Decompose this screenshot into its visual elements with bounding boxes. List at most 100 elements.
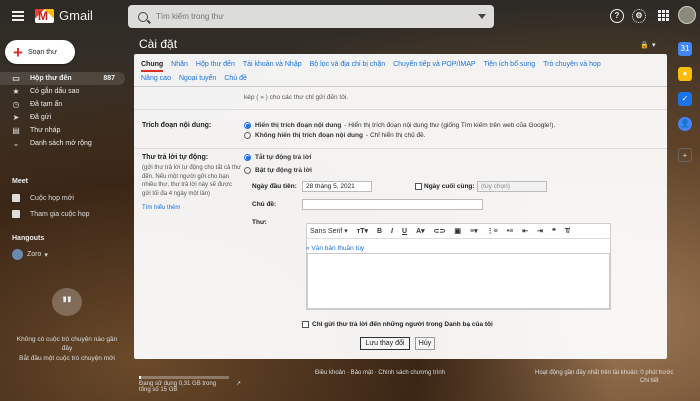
last-day-field[interactable]: (tùy chọn) <box>477 181 547 192</box>
apps-grid-icon[interactable] <box>658 10 669 21</box>
hangouts-user[interactable]: Zoro ▾ <box>12 249 48 260</box>
new-meeting-label: Cuộc họp mới <box>30 194 74 202</box>
align-icon[interactable]: ≡▾ <box>470 227 478 235</box>
hangouts-start-link[interactable]: Bắt đầu một cuộc trò chuyện mới <box>12 354 122 363</box>
add-on-plus-icon[interactable]: + <box>678 148 692 162</box>
indent-less-icon[interactable]: ⇤ <box>522 227 528 235</box>
snippets-off-option[interactable]: Không hiển thị trích đoạn nội dung - Chỉ … <box>244 132 426 139</box>
divider <box>134 148 667 149</box>
tasks-icon[interactable]: ✓ <box>678 92 692 106</box>
chevron-down-icon: ⌄ <box>12 138 20 148</box>
main-menu-icon[interactable] <box>12 11 24 21</box>
font-select[interactable]: Sans Serif ▾ <box>310 227 348 235</box>
gmail-logo[interactable]: Gmail <box>35 8 93 23</box>
help-icon[interactable]: ? <box>610 9 624 23</box>
tab-chat-meet[interactable]: Trò chuyện và họp <box>543 58 601 72</box>
keep-icon[interactable]: ● <box>678 67 692 81</box>
italic-icon[interactable]: I <box>391 228 393 235</box>
tab-accounts[interactable]: Tài khoản và Nhập <box>243 58 302 72</box>
settings-tabs: Chung Nhãn Hộp thư đến Tài khoản và Nhập… <box>134 54 667 87</box>
tab-themes[interactable]: Chủ đề <box>224 72 247 86</box>
sidebar-item-sent[interactable]: ➤ Đã gửi <box>0 111 125 124</box>
last-activity-text: Hoạt động gần đây nhất trên tài khoản: 0… <box>535 370 674 376</box>
tab-general[interactable]: Chung <box>141 58 164 72</box>
keyboard-shortcut-icon[interactable]: ▾ <box>652 41 656 49</box>
join-meeting-button[interactable]: Tham gia cuộc họp <box>12 210 90 218</box>
image-icon[interactable]: ▣ <box>454 227 461 235</box>
external-link-icon[interactable]: ↗ <box>236 380 241 387</box>
search-input[interactable] <box>156 12 456 21</box>
hangouts-heading: Hangouts <box>12 235 45 242</box>
snippets-off-radio[interactable] <box>244 132 251 139</box>
plain-text-link[interactable]: « Văn bản thuần túy <box>306 245 364 252</box>
bulleted-list-icon[interactable]: •≡ <box>507 228 514 235</box>
save-button[interactable]: Lưu thay đổi <box>360 337 410 350</box>
previous-setting-text: kép ( » ) cho các thư chỉ gửi đến tôi. <box>244 94 349 101</box>
vacation-off-option[interactable]: Tắt tự động trả lời <box>244 154 314 161</box>
tab-inbox[interactable]: Hộp thư đến <box>196 58 235 72</box>
contacts-icon[interactable]: 👤 <box>678 117 692 131</box>
indent-more-icon[interactable]: ⇥ <box>537 227 543 235</box>
storage-bar-fill <box>139 376 141 379</box>
gear-icon[interactable]: ⚙ <box>632 9 646 23</box>
storage-text: Đang sử dụng 0,31 GB trong tổng số 15 GB <box>139 381 217 393</box>
footer-links[interactable]: Điều khoản · Bảo mật · Chính sách chương… <box>315 370 445 376</box>
sidebar-item-label: Có gắn dấu sao <box>30 88 80 95</box>
link-icon[interactable]: ⊂⊃ <box>434 227 446 235</box>
vacation-on-option[interactable]: Bật tự động trả lời <box>244 167 315 174</box>
vacation-on-label: Bật tự động trả lời <box>255 167 312 174</box>
vacation-label: Thư trả lời tự động: <box>142 154 209 161</box>
details-link[interactable]: Chi tiết <box>640 378 659 384</box>
first-day-field[interactable]: 28 tháng 5, 2021 <box>302 181 372 192</box>
vacation-off-radio[interactable] <box>244 154 251 161</box>
draft-icon: ▤ <box>12 125 20 135</box>
snippets-on-option[interactable]: Hiển thị trích đoạn nội dung - Hiển thị t… <box>244 122 555 129</box>
lock-icon[interactable]: 🔒 <box>640 41 649 49</box>
font-name: Sans Serif <box>310 228 343 235</box>
clear-format-icon[interactable]: T̸ <box>565 228 569 235</box>
vacation-description: (gửi thư trả lời tự động cho tất cả thư … <box>142 165 242 197</box>
vacation-off-label: Tắt tự động trả lời <box>255 154 312 161</box>
sidebar-item-inbox[interactable]: ▭ Hộp thư đến 887 <box>0 72 125 85</box>
search-options-icon[interactable] <box>478 14 486 19</box>
bold-icon[interactable]: B <box>377 228 382 235</box>
contacts-only-label: Chỉ gửi thư trả lời đến những người tron… <box>312 321 493 328</box>
snippets-on-desc: - Hiển thị trích đoạn nội dung thư (giốn… <box>344 122 556 129</box>
search-icon[interactable] <box>138 11 148 22</box>
tab-labels[interactable]: Nhãn <box>171 58 188 72</box>
text-color-icon[interactable]: A▾ <box>416 227 425 235</box>
clock-icon: ◷ <box>12 99 20 109</box>
sidebar-item-more[interactable]: ⌄ Danh sách mở rộng <box>0 137 125 150</box>
learn-more-link[interactable]: Tìm hiểu thêm <box>142 204 242 213</box>
tab-forwarding[interactable]: Chuyển tiếp và POP/IMAP <box>393 58 475 72</box>
message-body[interactable] <box>307 253 610 309</box>
contacts-only-checkbox[interactable] <box>302 321 309 328</box>
compose-button[interactable]: + Soạn thư <box>5 40 75 64</box>
sidebar-item-starred[interactable]: ★ Có gắn dấu sao <box>0 85 125 98</box>
subject-field[interactable] <box>302 199 483 210</box>
vacation-on-radio[interactable] <box>244 167 251 174</box>
last-day-checkbox[interactable] <box>415 183 422 190</box>
sidebar-item-snoozed[interactable]: ◷ Đã tạm ẩn <box>0 98 125 111</box>
send-icon: ➤ <box>12 112 20 122</box>
sidebar-item-drafts[interactable]: ▤ Thư nháp <box>0 124 125 137</box>
subject-label: Chủ đề: <box>252 201 277 208</box>
numbered-list-icon[interactable]: ⋮≡ <box>487 227 498 235</box>
sidebar-item-label: Đã tạm ẩn <box>30 101 63 108</box>
snippets-off-title: Không hiển thị trích đoạn nội dung <box>255 132 363 139</box>
underline-icon[interactable]: U <box>402 228 407 235</box>
quote-icon: " <box>52 288 82 317</box>
tab-addons[interactable]: Tiện ích bổ sung <box>484 58 536 72</box>
tab-filters[interactable]: Bộ lọc và địa chỉ bị chặn <box>310 58 386 72</box>
search-bar[interactable] <box>128 5 494 28</box>
top-bar: Gmail ? ⚙ <box>0 0 700 34</box>
font-size-icon[interactable]: тT▾ <box>357 227 368 235</box>
quote-format-icon[interactable]: ❝ <box>552 227 556 235</box>
new-meeting-button[interactable]: Cuộc họp mới <box>12 194 74 202</box>
tab-advanced[interactable]: Nâng cao <box>141 72 171 86</box>
snippets-on-radio[interactable] <box>244 122 251 129</box>
tab-offline[interactable]: Ngoại tuyến <box>179 72 216 86</box>
cancel-button[interactable]: Hủy <box>415 337 435 350</box>
calendar-icon[interactable]: 31 <box>678 42 692 56</box>
avatar[interactable] <box>678 6 696 24</box>
